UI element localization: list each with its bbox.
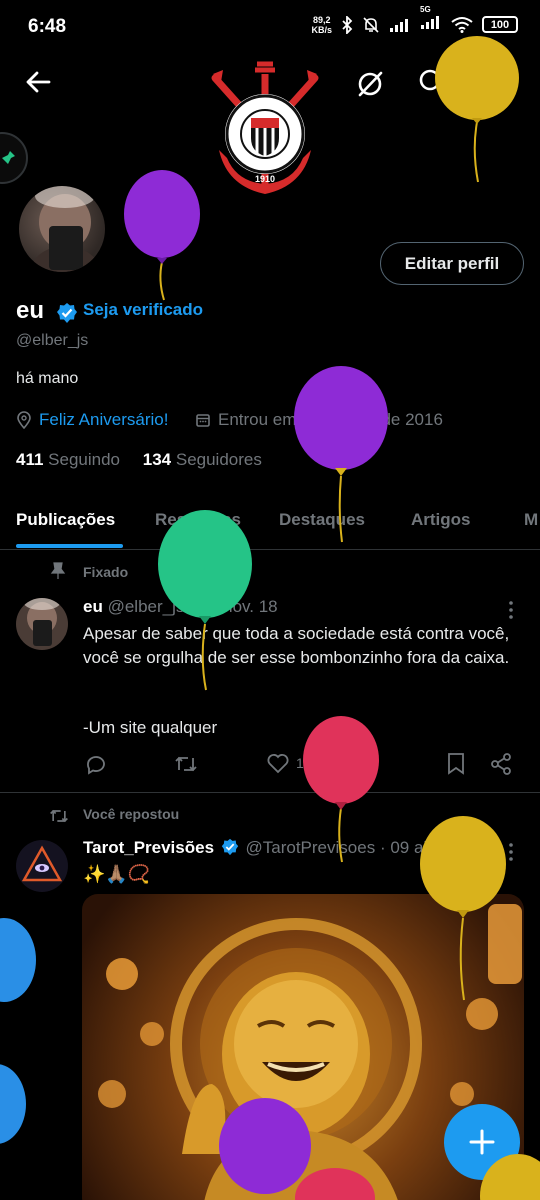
balloon-blue-2 [0, 1064, 26, 1144]
views-bar-icon [357, 756, 369, 770]
translate-toggle-button[interactable] [354, 68, 386, 105]
floating-pin-button[interactable] [0, 132, 28, 184]
arrow-left-icon [26, 71, 51, 93]
balloon-gold-top [435, 36, 519, 183]
back-button[interactable] [24, 68, 52, 101]
bookmark-icon [448, 753, 464, 775]
verified-badge-icon [56, 302, 78, 329]
no-translate-icon [358, 71, 383, 97]
post-divider [0, 792, 540, 793]
repost-small-icon [48, 806, 70, 831]
wifi-icon [451, 17, 473, 33]
bookmark-button[interactable] [446, 752, 466, 776]
tab-destaques[interactable]: Destaques [279, 510, 365, 530]
more-vertical-icon [509, 601, 513, 619]
repost-text: ✨🙏🏽📿 [83, 864, 151, 884]
bell-muted-icon [363, 16, 379, 33]
pinned-post-actions: 1 [83, 752, 513, 780]
edit-profile-button[interactable]: Editar perfil [380, 242, 524, 285]
joined-text: Entrou em dezembro de 2016 [218, 410, 443, 429]
birthday-link[interactable]: Feliz Aniversário! [39, 410, 168, 430]
share-button[interactable] [490, 752, 512, 776]
verified-badge-icon [221, 838, 238, 856]
location-pin-icon [17, 411, 31, 429]
signal-5g-icon [421, 16, 439, 29]
tab-midia[interactable]: M [524, 510, 538, 530]
avatar-photo-icon [29, 186, 102, 272]
balloon-purple-1 [124, 170, 200, 301]
status-icons: 89,2 KB/s 5G 100 [311, 5, 518, 35]
profile-name: eu [16, 297, 45, 324]
pyramid-eye-icon [16, 840, 68, 892]
pinned-label: Fixado [83, 564, 129, 580]
repost-date: · 09 abr. [379, 838, 443, 857]
reply-icon [87, 756, 105, 775]
pinned-post-date: · 16 nov. 18 [189, 597, 278, 616]
pinned-post-author[interactable]: eu [83, 597, 103, 616]
more-vertical-icon [509, 843, 513, 861]
reposted-label: Você repostou [83, 806, 180, 822]
net-speed: 89,2 KB/s [311, 14, 332, 35]
repost-author-avatar[interactable] [16, 840, 68, 892]
bluetooth-icon [342, 15, 353, 34]
repost-button[interactable] [173, 752, 199, 776]
status-time: 6:48 [28, 16, 67, 37]
views-button[interactable] [353, 752, 375, 774]
followers-stat[interactable]: 134 Seguidores [143, 450, 262, 469]
search-button[interactable] [418, 68, 448, 103]
get-verified-link[interactable]: Seja verificado [83, 300, 203, 320]
pinned-post-text: Apesar de saber que toda a sociedade est… [83, 624, 510, 667]
signal-icon [390, 18, 408, 32]
tab-respostas[interactable]: Respostas [155, 510, 241, 530]
pinned-post-quote: -Um site qualquer [83, 718, 218, 737]
corinthians-logo-icon: 1910 [211, 61, 319, 194]
search-icon [419, 69, 447, 97]
share-icon [491, 753, 511, 775]
active-tab-indicator [16, 544, 123, 548]
signal-5g: 5G [420, 5, 442, 35]
repost-menu[interactable] [506, 842, 516, 867]
pushpin-icon [2, 151, 15, 164]
reply-button[interactable] [83, 752, 107, 776]
avatar-photo-icon [16, 598, 68, 650]
pinned-icon [50, 562, 66, 585]
profile-handle: @elber_js [16, 332, 89, 349]
repost-header: Tarot_Previsões @TarotPrevisoes · 09 abr… [83, 838, 442, 858]
profile-tabs: Publicações Respostas Destaques Artigos … [0, 496, 540, 550]
like-button[interactable]: 1 [266, 752, 304, 774]
corinthians-logo: 1910 [205, 58, 325, 206]
profile-bio: há mano [16, 370, 79, 387]
calendar-icon [196, 414, 210, 427]
like-count: 1 [296, 755, 304, 771]
tab-artigos[interactable]: Artigos [411, 510, 471, 530]
pinned-post-header: eu @elber_js · 16 nov. 18 [83, 597, 278, 617]
heart-icon [267, 754, 289, 774]
repost-icon [175, 756, 197, 772]
more-vertical-icon [496, 71, 502, 95]
joined-meta: Entrou em dezembro de 2016 [195, 410, 443, 430]
tab-publicacoes[interactable]: Publicações [16, 510, 115, 530]
balloon-blue-1 [0, 918, 36, 1002]
repost-author-handle: @TarotPrevisoes [245, 838, 376, 857]
more-options-button[interactable] [494, 70, 504, 101]
following-stat[interactable]: 411 Seguindo [16, 450, 120, 469]
status-bar: 6:48 89,2 KB/s 5G 100 [0, 0, 540, 54]
balloon-gold-3 [480, 1154, 540, 1200]
birthday-meta[interactable]: Feliz Aniversário! [16, 410, 168, 430]
follow-stats: 411 Seguindo 134 Seguidores [16, 450, 262, 470]
battery-indicator: 100 [482, 16, 518, 33]
pinned-post-avatar[interactable] [16, 598, 68, 650]
profile-avatar[interactable] [16, 183, 108, 275]
pinned-post-handle: @elber_js [107, 597, 185, 616]
logo-year: 1910 [255, 174, 275, 184]
repost-author-name[interactable]: Tarot_Previsões [83, 838, 214, 857]
